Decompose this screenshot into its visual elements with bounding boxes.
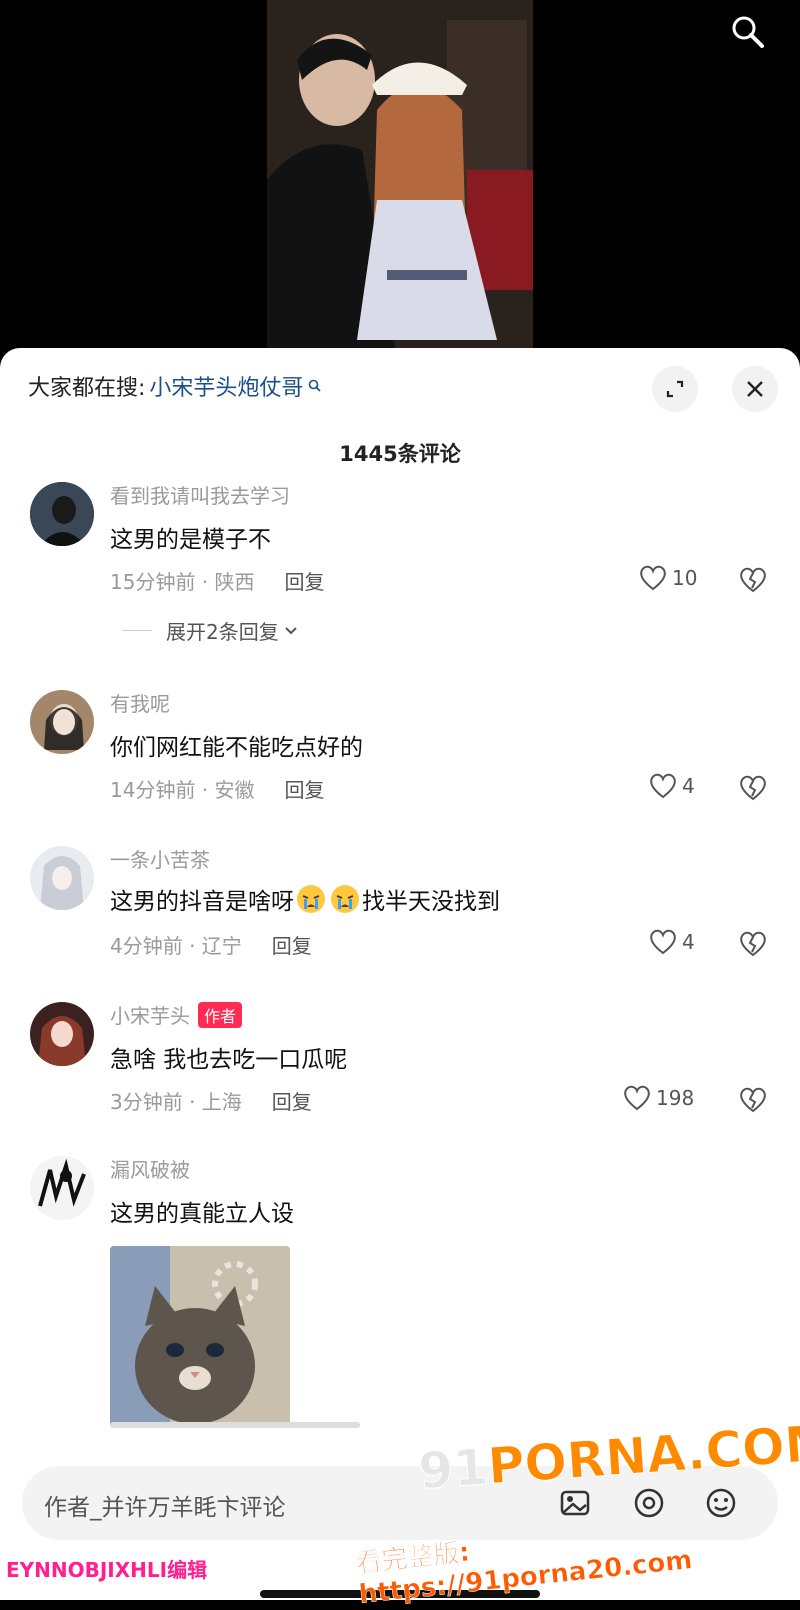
like-count: 4 bbox=[682, 774, 695, 798]
comment-sheet: 大家都在搜: 小宋芋头炮仗哥 1445条评论 看到我请叫我去学习 这男的是模子不… bbox=[0, 348, 800, 1600]
broken-heart-icon bbox=[740, 567, 766, 593]
like-button[interactable]: 10 bbox=[638, 564, 697, 592]
watermark-left: EYNNOBJIXHLI编辑 bbox=[6, 1558, 208, 1582]
partial-comment-meta bbox=[110, 1422, 360, 1428]
watermark-logo-prefix: 91 bbox=[416, 1437, 490, 1501]
like-button[interactable]: 198 bbox=[622, 1084, 694, 1112]
divider bbox=[122, 630, 152, 631]
suggestion-keyword[interactable]: 小宋芋头炮仗哥 bbox=[149, 370, 303, 402]
like-count: 4 bbox=[682, 930, 695, 954]
video-player[interactable] bbox=[0, 0, 800, 360]
comment-meta: 14分钟前 · 安徽 回复 bbox=[110, 774, 325, 803]
broken-heart-icon bbox=[740, 1087, 766, 1113]
close-icon bbox=[747, 381, 763, 397]
expand-icon bbox=[666, 380, 684, 398]
crying-emoji-icon bbox=[331, 885, 359, 913]
username-text: 小宋芋头 bbox=[110, 1004, 190, 1028]
like-count: 198 bbox=[656, 1086, 695, 1110]
time-location: 15分钟前 · 陕西 bbox=[110, 570, 255, 594]
like-button[interactable]: 4 bbox=[648, 772, 695, 800]
fullscreen-button[interactable] bbox=[652, 366, 698, 412]
avatar[interactable] bbox=[30, 1156, 94, 1220]
time-location: 14分钟前 · 安徽 bbox=[110, 778, 255, 802]
comment-meta: 4分钟前 · 辽宁 回复 bbox=[110, 930, 312, 959]
search-icon[interactable] bbox=[728, 12, 768, 52]
time-location: 4分钟前 · 辽宁 bbox=[110, 934, 242, 958]
crying-emoji-icon bbox=[297, 885, 325, 913]
username[interactable]: 漏风破被 bbox=[110, 1154, 190, 1183]
broken-heart-icon bbox=[740, 931, 766, 957]
chevron-down-icon bbox=[285, 626, 297, 634]
comment-text: 这男的抖音是啥呀 找半天没找到 bbox=[110, 882, 500, 916]
reply-button[interactable]: 回复 bbox=[272, 930, 312, 959]
heart-icon bbox=[650, 773, 676, 799]
heart-icon bbox=[640, 565, 666, 591]
avatar[interactable] bbox=[30, 690, 94, 754]
video-frame bbox=[267, 0, 533, 360]
reply-button[interactable]: 回复 bbox=[272, 1086, 312, 1115]
comment-text-part: 这男的抖音是啥呀 bbox=[110, 889, 294, 915]
avatar[interactable] bbox=[30, 846, 94, 910]
close-button[interactable] bbox=[732, 366, 778, 412]
username[interactable]: 有我呢 bbox=[110, 688, 170, 717]
comment-input[interactable]: 作者_并许万羊眊卞评论 bbox=[44, 1488, 286, 1522]
comment-text: 急啥 我也去吃一口瓜呢 bbox=[110, 1047, 348, 1073]
username[interactable]: 看到我请叫我去学习 bbox=[110, 480, 290, 509]
search-suggestion[interactable]: 大家都在搜: 小宋芋头炮仗哥 bbox=[28, 370, 323, 402]
expand-replies-button[interactable]: 展开2条回复 bbox=[122, 616, 299, 645]
heart-icon bbox=[650, 929, 676, 955]
reply-button[interactable]: 回复 bbox=[285, 566, 325, 595]
search-icon bbox=[309, 379, 322, 392]
like-button[interactable]: 4 bbox=[648, 928, 695, 956]
author-badge: 作者 bbox=[198, 1001, 243, 1028]
dislike-button[interactable] bbox=[738, 1086, 768, 1116]
comment-count: 1445条评论 bbox=[339, 442, 461, 466]
dislike-button[interactable] bbox=[738, 566, 768, 596]
heart-icon bbox=[624, 1085, 650, 1111]
expand-replies-label: 展开2条回复 bbox=[166, 620, 279, 644]
image-icon[interactable] bbox=[558, 1486, 592, 1520]
avatar[interactable] bbox=[30, 1002, 94, 1066]
username[interactable]: 小宋芋头 作者 bbox=[110, 1000, 243, 1029]
comment-text-part: 找半天没找到 bbox=[362, 889, 500, 915]
time-location: 3分钟前 · 上海 bbox=[110, 1090, 242, 1114]
suggestion-prefix: 大家都在搜: bbox=[28, 376, 146, 401]
comment-text: 你们网红能不能吃点好的 bbox=[110, 735, 363, 761]
comment-text: 这男的真能立人设 bbox=[110, 1201, 294, 1227]
dislike-button[interactable] bbox=[738, 774, 768, 804]
avatar[interactable] bbox=[30, 482, 94, 546]
dislike-button[interactable] bbox=[738, 930, 768, 960]
comment-meta: 3分钟前 · 上海 回复 bbox=[110, 1086, 312, 1115]
like-count: 10 bbox=[672, 566, 698, 590]
cat-sticker-image[interactable] bbox=[110, 1246, 290, 1428]
reply-button[interactable]: 回复 bbox=[285, 774, 325, 803]
comment-text: 这男的是模子不 bbox=[110, 527, 271, 553]
broken-heart-icon bbox=[740, 775, 766, 801]
comment-meta: 15分钟前 · 陕西 回复 bbox=[110, 566, 325, 595]
username[interactable]: 一条小苦茶 bbox=[110, 844, 210, 873]
